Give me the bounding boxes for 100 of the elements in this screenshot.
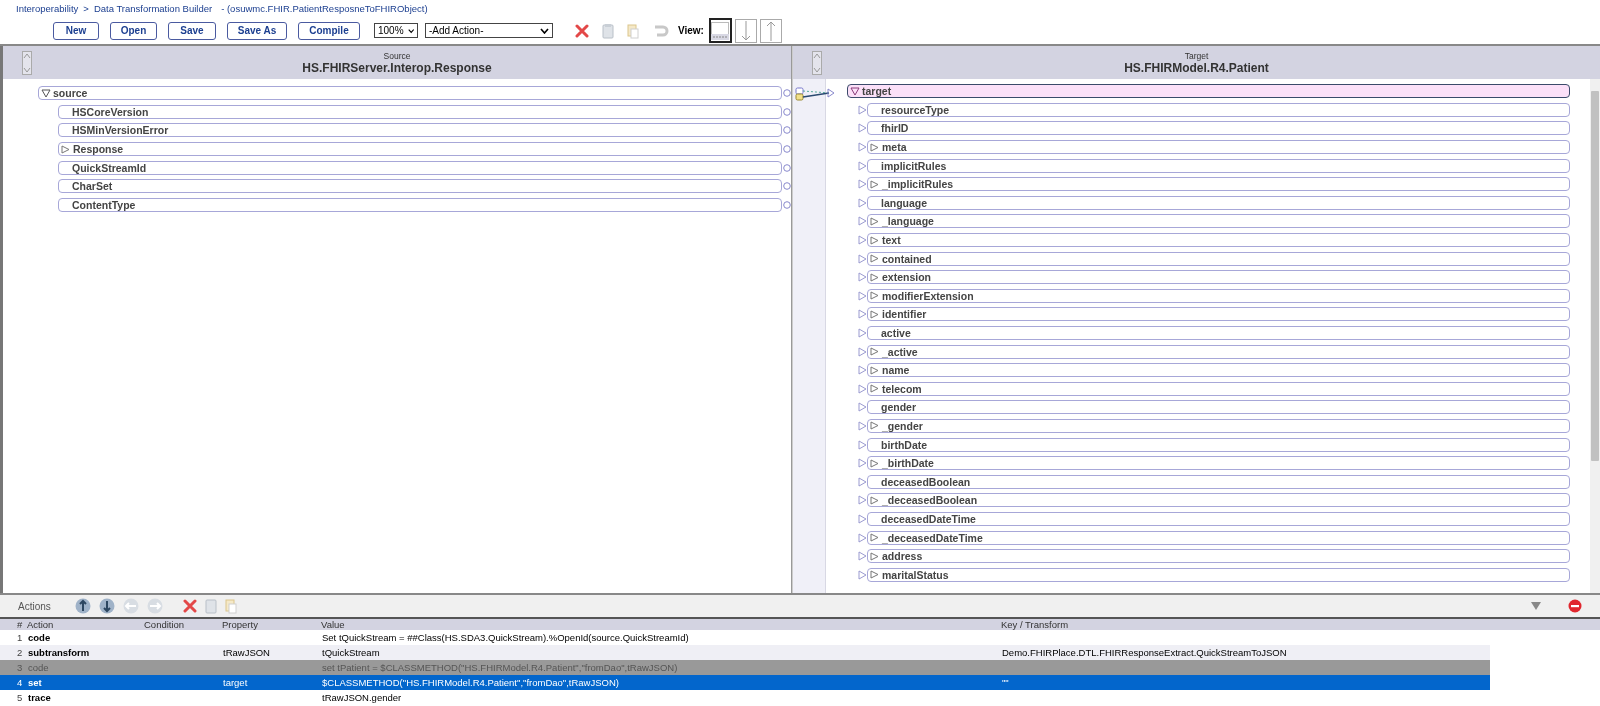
connection-port-icon[interactable] (783, 126, 791, 135)
drop-target-icon[interactable] (858, 197, 867, 208)
tree-node[interactable]: text (867, 233, 1570, 248)
tree-node[interactable]: ContentType (58, 197, 782, 212)
tree-node[interactable]: implicitRules (867, 158, 1570, 173)
drop-target-icon[interactable] (858, 235, 867, 246)
expander-icon[interactable] (41, 88, 51, 98)
breadcrumb-link[interactable]: Interoperability (16, 3, 79, 14)
tree-node[interactable]: active (867, 326, 1570, 340)
expander-icon[interactable] (870, 495, 880, 505)
tree-node[interactable]: _deceasedBoolean (867, 493, 1570, 508)
tree-node[interactable]: HSCoreVersion (58, 104, 782, 119)
drop-target-icon[interactable] (858, 179, 867, 190)
move-left-icon[interactable] (122, 598, 139, 614)
table-cell: tQuickStream (322, 647, 380, 658)
delete-icon[interactable] (575, 23, 589, 38)
move-down-icon[interactable] (98, 598, 115, 614)
collapse-icon[interactable] (1530, 601, 1542, 611)
expander-icon[interactable] (870, 142, 880, 152)
toolbar-button[interactable]: Open (110, 21, 157, 40)
scrollbar[interactable] (1590, 79, 1600, 593)
tree-node[interactable]: CharSet (58, 179, 782, 194)
drop-target-icon[interactable] (858, 532, 867, 543)
drop-target-icon[interactable] (858, 458, 867, 469)
expander-icon[interactable] (61, 144, 71, 154)
tree-node[interactable]: HSMinVersionError (58, 123, 782, 138)
drop-target-icon[interactable] (858, 346, 867, 357)
tree-node[interactable]: language (867, 195, 1570, 210)
drop-target-icon[interactable] (858, 216, 867, 227)
copy-icon[interactable] (204, 598, 217, 614)
add-action-select[interactable]: -Add Action- (425, 23, 553, 38)
drop-target-icon[interactable] (858, 104, 867, 115)
tree-node[interactable]: extension (867, 270, 1570, 285)
tree-node[interactable]: _active (867, 344, 1570, 359)
tree-node[interactable]: deceasedBoolean (867, 474, 1570, 489)
drop-target-icon[interactable] (858, 383, 867, 394)
delete-icon[interactable] (182, 599, 197, 613)
drop-target-icon[interactable] (858, 495, 867, 506)
drop-target-icon[interactable] (858, 142, 867, 153)
row-number: 1 (17, 632, 24, 643)
drop-target-icon[interactable] (858, 513, 867, 524)
tree-node[interactable]: Response (58, 142, 782, 157)
tree-node[interactable]: address (867, 549, 1570, 564)
tree-node[interactable]: _gender (867, 419, 1570, 433)
tree-node[interactable]: modifierExtension (867, 288, 1570, 303)
drop-target-icon[interactable] (858, 569, 867, 580)
expander-icon[interactable] (870, 458, 880, 468)
scroll-arrows-icon[interactable] (22, 50, 32, 75)
drop-target-icon[interactable] (858, 272, 867, 283)
drop-target-icon[interactable] (858, 365, 867, 376)
drop-target-icon[interactable] (858, 551, 867, 562)
toolbar-button[interactable]: Save (168, 21, 216, 40)
tree-node[interactable]: identifier (867, 307, 1570, 322)
tree-node[interactable]: fhirID (867, 121, 1570, 136)
drop-target-icon[interactable] (858, 309, 867, 320)
toolbar-button[interactable]: Compile (298, 21, 360, 40)
tree-node[interactable]: meta (867, 140, 1570, 155)
tree-node[interactable]: _language (867, 214, 1570, 229)
tree-node[interactable]: QuickStreamId (58, 160, 782, 175)
view-mode-button[interactable] (708, 18, 732, 43)
tree-node[interactable]: deceasedDateTime (867, 511, 1570, 526)
toolbar-button[interactable]: New (53, 21, 99, 40)
table-row[interactable]: 4 set target $CLASSMETHOD("HS.FHIRModel.R4.Patient","fromDao",tRawJSON) "" (0, 675, 1490, 690)
zoom-select[interactable]: 100% (374, 23, 418, 38)
paste-icon[interactable] (627, 22, 639, 39)
table-row[interactable]: 2 subtransform tRawJSON tQuickStream Demo.FHIRPlace.DTL.FHIRResponseExtract.QuickStreamToJSON (0, 645, 1490, 660)
toolbar-button[interactable]: Save As (227, 21, 287, 40)
table-row[interactable]: 1 code Set tQuickStream = ##Class(HS.SDA3.QuickStream).%OpenId(source.QuickStreamId) (0, 630, 1490, 645)
breadcrumb-link[interactable]: Data Transformation Builder (93, 3, 213, 14)
scroll-arrows-icon[interactable] (812, 50, 822, 75)
tree-node[interactable]: _birthDate (867, 456, 1570, 471)
drop-target-icon[interactable] (858, 328, 867, 338)
tree-node[interactable]: _deceasedDateTime (867, 530, 1570, 545)
tree-node[interactable]: _implicitRules (867, 177, 1570, 192)
tree-node[interactable]: maritalStatus (867, 567, 1570, 582)
drop-target-icon[interactable] (858, 290, 867, 301)
tree-node[interactable]: name (867, 363, 1570, 378)
drop-target-icon[interactable] (858, 439, 867, 450)
move-up-icon[interactable] (74, 598, 91, 614)
tree-node[interactable]: contained (867, 251, 1570, 266)
expander-icon[interactable] (850, 86, 860, 96)
drop-target-icon[interactable] (858, 421, 867, 431)
drop-target-icon[interactable] (858, 160, 867, 171)
drop-target-icon[interactable] (858, 253, 867, 264)
expander-icon[interactable] (870, 421, 880, 431)
tree-node[interactable]: telecom (867, 381, 1570, 396)
tree-node[interactable]: target (847, 84, 1570, 99)
table-row[interactable]: 5 trace tRawJSON.gender (0, 690, 1490, 705)
tree-node[interactable]: birthDate (867, 437, 1570, 452)
move-right-icon[interactable] (146, 598, 163, 614)
drop-target-icon[interactable] (858, 476, 867, 487)
drop-target-icon[interactable] (858, 402, 867, 413)
expander-icon[interactable] (870, 179, 880, 189)
drop-target-icon[interactable] (858, 123, 867, 134)
paste-icon[interactable] (224, 598, 237, 614)
tree-node[interactable]: gender (867, 400, 1570, 415)
tree-node[interactable]: resourceType (867, 102, 1570, 117)
tree-node[interactable]: source (38, 86, 782, 101)
copy-icon[interactable] (602, 22, 614, 39)
close-icon[interactable] (1568, 599, 1582, 613)
